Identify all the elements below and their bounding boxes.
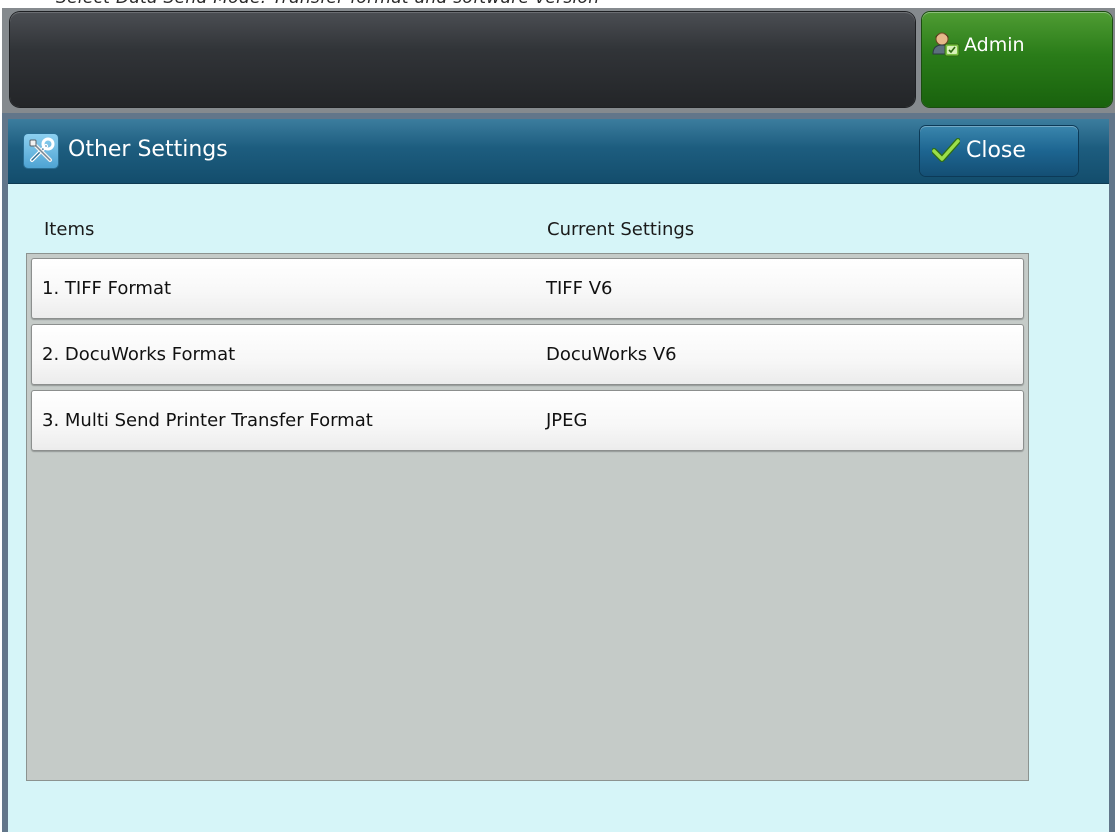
checkmark-icon	[932, 138, 960, 162]
page-title: Other Settings	[68, 137, 228, 162]
list-item-value: JPEG	[546, 410, 588, 431]
settings-tools-icon	[24, 134, 58, 168]
admin-label: Admin	[964, 34, 1025, 56]
admin-user-icon	[932, 32, 960, 57]
other-settings-panel: Other Settings Close Items Current Setti…	[2, 113, 1115, 832]
message-area	[10, 12, 915, 107]
list-item[interactable]: 2. DocuWorks Format DocuWorks V6	[31, 324, 1024, 385]
truncated-caption-text: • Select Data Send Mode: Transfer format…	[40, 0, 599, 8]
column-header-items: Items	[44, 219, 95, 240]
close-label: Close	[966, 138, 1026, 163]
column-header-current-settings: Current Settings	[547, 219, 695, 240]
list-item[interactable]: 3. Multi Send Printer Transfer Format JP…	[31, 390, 1024, 451]
list-item-name: 3. Multi Send Printer Transfer Format	[42, 410, 373, 431]
admin-button[interactable]: Admin	[922, 12, 1112, 107]
close-button[interactable]: Close	[920, 126, 1078, 176]
list-item[interactable]: 1. TIFF Format TIFF V6	[31, 258, 1024, 319]
panel-title-bar: Other Settings Close	[8, 119, 1109, 184]
truncated-caption: • Select Data Send Mode: Transfer format…	[0, 0, 1117, 8]
settings-list[interactable]: 1. TIFF Format TIFF V6 2. DocuWorks Form…	[26, 253, 1029, 781]
list-item-value: DocuWorks V6	[546, 344, 677, 365]
panel-body: Other Settings Close Items Current Setti…	[8, 119, 1109, 832]
list-item-name: 2. DocuWorks Format	[42, 344, 236, 365]
list-item-value: TIFF V6	[546, 278, 613, 299]
list-item-name: 1. TIFF Format	[42, 278, 172, 299]
